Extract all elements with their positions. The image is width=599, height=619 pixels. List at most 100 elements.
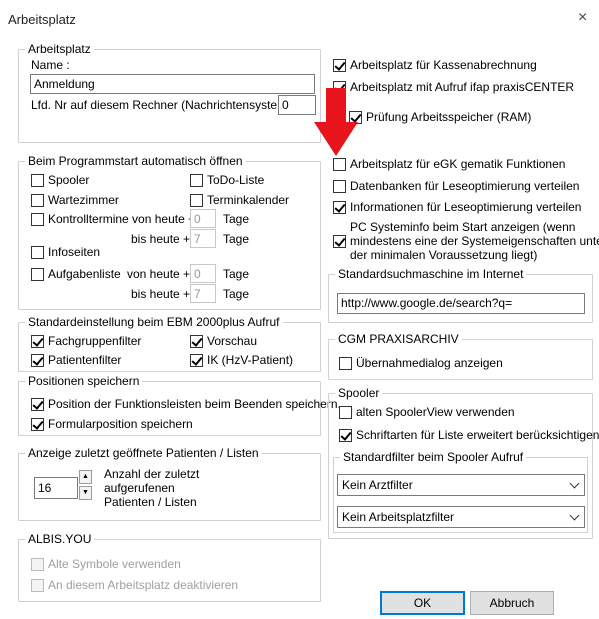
todo-label: ToDo-Liste [207,173,265,187]
uebernahme-checkbox[interactable]: Übernahmedialog anzeigen [339,356,503,371]
vorschau-label: Vorschau [207,334,258,348]
alten-spooler-checkbox[interactable]: alten SpoolerView verwenden [339,405,515,420]
abbruch-button[interactable]: Abbruch [470,591,554,615]
chevron-down-icon [569,510,580,521]
group-cgm-legend: CGM PRAXISARCHIV [338,332,459,346]
group-arbeitsplatz-legend: Arbeitsplatz [28,42,91,56]
egk-checkbox[interactable]: Arbeitsplatz für eGK gematik Funktionen [333,157,565,172]
name-field[interactable]: Anmeldung [30,74,315,94]
patienten-label: Patientenfilter [48,353,122,367]
sysinfo-line1: PC Systeminfo beim Start anzeigen (wenn [350,220,576,234]
egk-box[interactable] [333,158,346,171]
infoseiten-box[interactable] [31,246,44,259]
anzahl-line3: Patienten / Listen [104,495,197,509]
ik-checkbox[interactable]: IK (HzV-Patient) [190,353,293,368]
spin-up-icon[interactable]: ▲ [79,470,92,484]
info-box[interactable] [333,201,346,214]
formular-checkbox[interactable]: Formularposition speichern [31,417,193,432]
aufgaben-box[interactable] [31,268,44,281]
sysinfo-line2: mindestens eine der Systemeigenschaften … [350,234,599,248]
spooler-box[interactable] [31,174,44,187]
group-spooler-legend: Spooler [338,386,380,400]
sysinfo-box[interactable] [333,235,346,248]
todo-box[interactable] [190,174,203,187]
aufgaben-von-label: von heute + [127,267,191,281]
patienten-checkbox[interactable]: Patientenfilter [31,353,121,368]
bis2-field[interactable]: 7 [190,284,216,303]
group-programmstart-legend: Beim Programmstart automatisch öffnen [28,154,243,168]
arbeitsplatzfilter-value: Kein Arbeitsplatzfilter [342,510,455,524]
aufgaben-checkbox[interactable]: Aufgabenliste [31,267,121,282]
kassen-checkbox[interactable]: Arbeitsplatz für Kassenabrechnung [333,58,537,73]
kassen-box[interactable] [333,59,346,72]
fachgruppen-checkbox[interactable]: Fachgruppenfilter [31,334,141,349]
terminkalender-checkbox[interactable]: Terminkalender [190,193,289,208]
ok-button[interactable]: OK [380,591,465,615]
fachgruppen-label: Fachgruppenfilter [48,334,142,348]
formular-label: Formularposition speichern [48,417,193,431]
ram-checkbox[interactable]: Prüfung Arbeitsspeicher (RAM) [349,110,531,125]
formular-box[interactable] [31,418,44,431]
info-checkbox[interactable]: Informationen für Leseoptimierung vertei… [333,200,581,215]
alten-spooler-box[interactable] [339,406,352,419]
spooler-checkbox[interactable]: Spooler [31,173,89,188]
schriftarten-box[interactable] [339,429,352,442]
ik-box[interactable] [190,354,203,367]
sysinfo-checkbox[interactable]: mindestens eine der Systemeigenschaften … [333,234,599,249]
vorschau-checkbox[interactable]: Vorschau [190,334,257,349]
schriftarten-checkbox[interactable]: Schriftarten für Liste erweitert berücks… [339,428,599,443]
ram-label: Prüfung Arbeitsspeicher (RAM) [366,110,532,124]
group-suchmaschine-legend: Standardsuchmaschine im Internet [338,267,524,281]
praxis-checkbox[interactable]: Arbeitsplatz mit Aufruf ifap praxisCENTE… [333,80,574,95]
suchmaschine-field[interactable]: http://www.google.de/search?q= [337,293,585,314]
infoseiten-label: Infoseiten [48,245,101,259]
alte-symbole-label: Alte Symbole verwenden [48,557,181,571]
wartezimmer-box[interactable] [31,194,44,207]
chevron-down-icon [569,478,580,489]
kontroll-von-field[interactable]: 0 [190,209,216,228]
info-label: Informationen für Leseoptimierung vertei… [350,200,582,214]
aufgaben-von-field[interactable]: 0 [190,264,216,283]
close-icon[interactable]: × [578,9,587,27]
db-box[interactable] [333,180,346,193]
anzahl-field[interactable]: 16 [34,477,78,499]
terminkalender-box[interactable] [190,194,203,207]
bis2-label: bis heute + [131,287,191,301]
terminkalender-label: Terminkalender [207,193,290,207]
praxis-label: Arbeitsplatz mit Aufruf ifap praxisCENTE… [350,80,575,94]
infoseiten-checkbox[interactable]: Infoseiten [31,245,100,260]
patienten-box[interactable] [31,354,44,367]
alte-symbole-box[interactable] [31,558,44,571]
bis2-unit: Tage [223,287,250,301]
uebernahme-label: Übernahmedialog anzeigen [356,356,503,370]
wartezimmer-checkbox[interactable]: Wartezimmer [31,193,119,208]
db-checkbox[interactable]: Datenbanken für Leseoptimierung verteile… [333,179,579,194]
funktionsleisten-label: Position der Funktionsleisten beim Beend… [48,397,341,411]
aufgaben-label: Aufgabenliste [48,267,121,281]
fachgruppen-box[interactable] [31,335,44,348]
kontroll-box[interactable] [31,213,44,226]
db-label: Datenbanken für Leseoptimierung verteile… [350,179,580,193]
arztfilter-select[interactable]: Kein Arztfilter [337,474,585,496]
group-ebm-legend: Standardeinstellung beim EBM 2000plus Au… [28,315,280,329]
lfd-label: Lfd. Nr auf diesem Rechner (Nachrichtens… [31,98,295,112]
group-albis-legend: ALBIS.YOU [28,532,92,546]
lfd-field[interactable]: 0 [278,95,316,115]
deaktivieren-checkbox[interactable]: An diesem Arbeitsplatz deaktivieren [31,578,238,593]
funktionsleisten-checkbox[interactable]: Position der Funktionsleisten beim Beend… [31,397,341,412]
kontroll-checkbox[interactable]: Kontrolltermine von heute + [31,212,195,227]
alten-spooler-label: alten SpoolerView verwenden [356,405,515,419]
alte-symbole-checkbox[interactable]: Alte Symbole verwenden [31,557,181,572]
funktionsleisten-box[interactable] [31,398,44,411]
vorschau-box[interactable] [190,335,203,348]
deaktivieren-box[interactable] [31,579,44,592]
title-bar: Arbeitsplatz × [0,0,599,40]
todo-checkbox[interactable]: ToDo-Liste [190,173,264,188]
arbeitsplatzfilter-select[interactable]: Kein Arbeitsplatzfilter [337,506,585,528]
ik-label: IK (HzV-Patient) [207,353,294,367]
spin-down-icon[interactable]: ▼ [79,486,92,500]
bis1-field[interactable]: 7 [190,229,216,248]
red-arrow-down-icon [314,88,358,156]
arztfilter-value: Kein Arztfilter [342,478,413,492]
uebernahme-box[interactable] [339,357,352,370]
